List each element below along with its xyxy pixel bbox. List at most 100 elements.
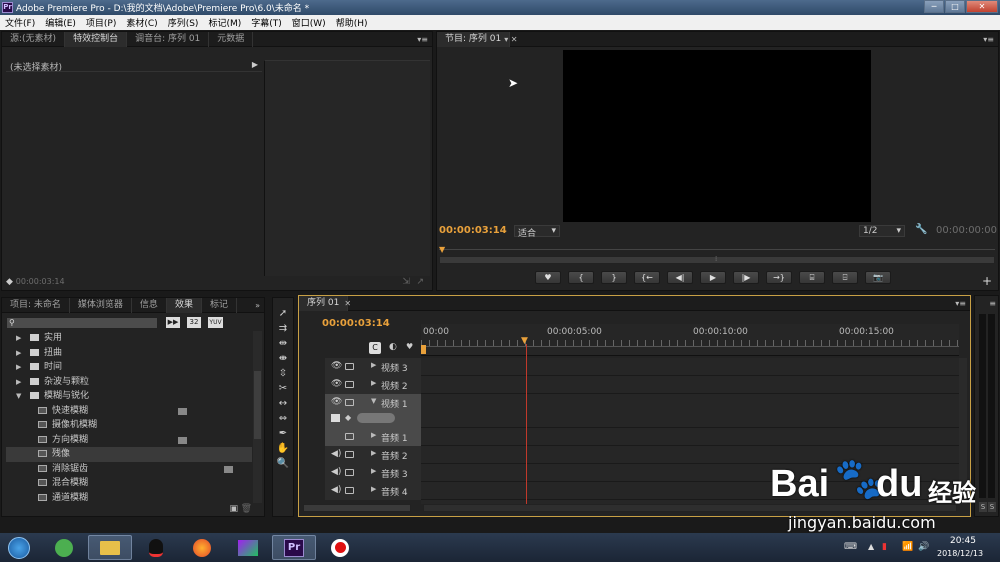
effects-tree-item[interactable]: ▶ 杂波与颗粒 (6, 375, 252, 390)
yuv-effects-badge[interactable]: YUV (208, 317, 223, 328)
tab-effects[interactable]: 效果 (166, 297, 202, 313)
export-icon[interactable]: ⇲ (402, 277, 410, 287)
speaker-icon[interactable]: ◀) (331, 467, 341, 477)
opacity-control[interactable] (357, 413, 395, 423)
timeline-track[interactable]: 👁 ▶ 视频 2 (325, 376, 959, 394)
add-button-icon[interactable]: + (982, 274, 992, 288)
menu-clip[interactable]: 素材(C) (121, 16, 162, 29)
close-tab-icon[interactable]: ✕ (344, 299, 351, 308)
keyframe-diamond-icon[interactable]: ◆ (345, 413, 351, 422)
tray-network-icon[interactable]: 📶 (902, 542, 913, 552)
loop-icon[interactable]: ↗ (416, 277, 424, 287)
menu-file[interactable]: 文件(F) (0, 16, 40, 29)
speaker-icon[interactable]: ◀) (331, 485, 341, 495)
razor-tool-icon[interactable]: ✂ (276, 382, 290, 396)
tab-sequence[interactable]: 序列 01 (299, 295, 349, 311)
extract-button[interactable]: ⌹ (832, 271, 858, 284)
add-marker-button[interactable]: ♥ (535, 271, 561, 284)
lock-track-icon[interactable] (345, 487, 354, 494)
taskbar-app-360[interactable] (42, 535, 86, 560)
tray-keyboard-icon[interactable]: ⌨ (844, 542, 857, 552)
program-panel-menu-icon[interactable]: ▾≡ (983, 32, 994, 47)
wrench-icon[interactable]: 🔧 (915, 224, 927, 235)
clock-date[interactable]: 2018/12/13 (937, 549, 983, 558)
tray-expand-icon[interactable]: ▲ (868, 542, 874, 551)
speaker-icon[interactable]: ◀) (331, 449, 341, 459)
collapse-arrow-icon[interactable]: ▶ (371, 379, 376, 387)
lock-track-icon[interactable] (345, 381, 354, 388)
menu-project[interactable]: 项目(P) (81, 16, 121, 29)
maximize-button[interactable]: □ (945, 0, 965, 13)
eye-icon[interactable]: 👁 (331, 379, 342, 389)
timeline-panel-menu-icon[interactable]: ▾≡ (955, 296, 966, 311)
eye-icon[interactable]: 👁 (331, 397, 342, 407)
meter-panel-menu-icon[interactable]: ≡ (989, 296, 996, 311)
program-timecode[interactable]: 00:00:03:14 (439, 225, 507, 236)
taskbar-app-firefox[interactable] (180, 535, 224, 560)
quality-dropdown[interactable]: 1/2 ▾ (859, 225, 905, 237)
tray-volume-icon[interactable]: 🔊 (918, 542, 929, 552)
scroll-handle-icon[interactable]: ⁞ (715, 255, 717, 263)
effects-panel-menu-icon[interactable]: » (255, 298, 260, 313)
lock-track-icon[interactable] (345, 451, 354, 458)
minimize-button[interactable]: ─ (924, 0, 944, 13)
slip-tool-icon[interactable]: ↔ (276, 397, 290, 411)
panel-menu-icon[interactable]: ▾≡ (417, 32, 428, 47)
mark-in-button[interactable]: { (568, 271, 594, 284)
collapse-arrow-icon[interactable]: ▶ (371, 361, 376, 369)
add-marker-timeline-icon[interactable]: ♥ (406, 342, 413, 351)
tab-info[interactable]: 信息 (132, 297, 167, 313)
program-scrubber[interactable]: ▼ ⁞ (439, 245, 995, 266)
taskbar-app-premiere[interactable]: Pr (272, 535, 316, 560)
accelerated-effects-badge[interactable]: ▶▶ (166, 317, 180, 328)
effects-tree-item[interactable]: 方向模糊 (6, 433, 252, 448)
expand-right-arrow-icon[interactable]: ▶ (16, 331, 21, 346)
taskbar-app-explorer[interactable] (88, 535, 132, 560)
expand-down-arrow-icon[interactable]: ▼ (16, 389, 21, 404)
menu-sequence[interactable]: 序列(S) (163, 16, 204, 29)
ripple-edit-tool-icon[interactable]: ⇹ (276, 337, 290, 351)
collapse-arrow-icon[interactable]: ▶ (371, 485, 376, 493)
tab-effect-controls[interactable]: 特效控制台 (65, 31, 128, 47)
slide-tool-icon[interactable]: ⇔ (276, 412, 290, 426)
timeline-ruler[interactable]: 00:00 00:00:05:00 00:00:10:00 00:00:15:0… (421, 324, 959, 356)
pen-tool-icon[interactable]: ✒ (276, 427, 290, 441)
32bit-effects-badge[interactable]: 32 (187, 317, 201, 328)
go-to-out-button[interactable]: →} (766, 271, 792, 284)
effects-tree-item[interactable]: 快速模糊 (6, 404, 252, 419)
tab-source[interactable]: 源:(无素材) (2, 31, 66, 47)
delete-icon[interactable]: 🗑 (241, 504, 252, 514)
effects-search-input[interactable]: ⚲ (6, 317, 158, 329)
menu-title[interactable]: 字幕(T) (246, 16, 287, 29)
menu-marker[interactable]: 标记(M) (203, 16, 246, 29)
program-video-frame[interactable] (563, 50, 871, 222)
tab-metadata[interactable]: 元数据 (209, 31, 254, 47)
lock-track-icon[interactable] (345, 433, 354, 440)
track-select-tool-icon[interactable]: ⇉ (276, 322, 290, 336)
eye-icon[interactable]: 👁 (331, 361, 342, 371)
lock-track-icon[interactable] (345, 363, 354, 370)
new-bin-icon[interactable]: ▣ (229, 504, 238, 514)
tab-program[interactable]: 节目: 序列 01 (437, 31, 511, 47)
effects-tree-item[interactable]: 消除锯齿 (6, 462, 252, 477)
work-area-start-icon[interactable] (421, 345, 426, 354)
effects-tree-item[interactable]: 残像 (6, 447, 252, 462)
effects-tree-item[interactable]: 摄像机模糊 (6, 418, 252, 433)
timeline-hscroll[interactable] (303, 504, 411, 512)
selection-tool-icon[interactable]: ➚ (276, 307, 290, 321)
mark-out-button[interactable]: } (601, 271, 627, 284)
tab-media-browser[interactable]: 媒体浏览器 (70, 297, 132, 313)
step-forward-button[interactable]: |▶ (733, 271, 759, 284)
effects-tree-item[interactable]: 通道模糊 (6, 491, 252, 504)
display-style-icon[interactable] (331, 414, 340, 422)
expand-arrow-icon[interactable]: ▶ (252, 60, 258, 69)
collapse-arrow-icon[interactable]: ▼ (371, 397, 376, 405)
taskbar-app-media[interactable] (226, 535, 270, 560)
start-button[interactable] (2, 535, 36, 560)
tab-audio-mixer[interactable]: 调音台: 序列 01 (127, 31, 210, 47)
fit-dropdown[interactable]: 适合 ▾ (514, 225, 560, 239)
effects-tree-item[interactable]: ▼ 模糊与锐化 (6, 389, 252, 404)
collapse-arrow-icon[interactable]: ▶ (371, 449, 376, 457)
hand-tool-icon[interactable]: ✋ (276, 442, 290, 456)
tab-markers[interactable]: 标记 (202, 297, 237, 313)
